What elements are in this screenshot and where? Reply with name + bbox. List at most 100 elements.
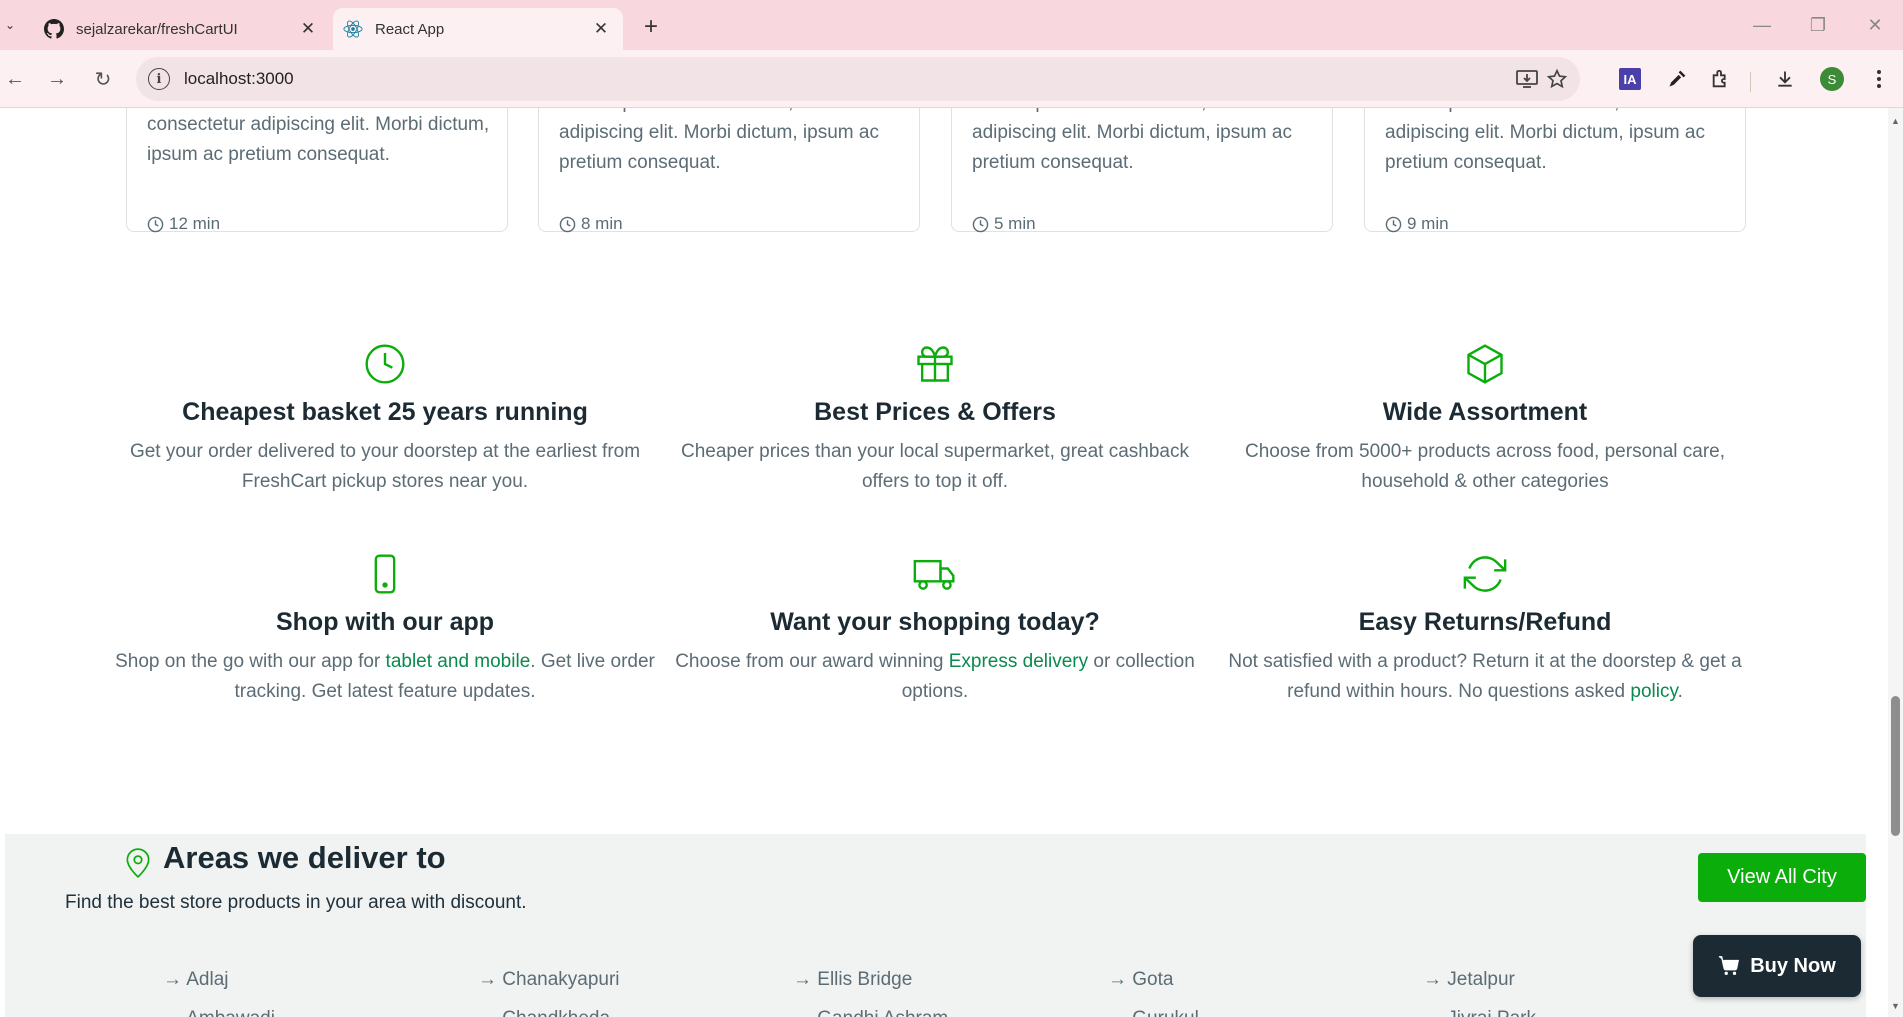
github-icon [44,19,64,39]
address-bar[interactable]: i localhost:3000 [136,57,1580,101]
feature-shop-app: Shop with our app Shop on the go with ou… [105,552,665,707]
scroll-up-icon[interactable]: ▲ [1891,116,1900,126]
feature-text: Choose from our award winning Express de… [675,651,1195,702]
areas-subtitle: Find the best store products in your are… [65,892,527,913]
blog-card-time: 9 min [1385,214,1449,234]
url-text: localhost:3000 [184,69,294,88]
areas-section: Areas we deliver to Find the best store … [5,834,1866,1017]
area-link[interactable]: → Jivraj Park [1423,999,1536,1017]
feature-best-prices: Best Prices & Offers Cheaper prices than… [655,342,1215,497]
toolbar-divider [1750,72,1751,92]
clock-icon [559,216,576,232]
feature-text: Shop on the go with our app for tablet a… [115,651,655,702]
view-all-city-button[interactable]: View All City [1698,853,1866,902]
kebab-menu-icon[interactable] [1866,66,1892,92]
forward-arrow-icon[interactable]: → [42,64,72,94]
scroll-down-icon[interactable]: ▼ [1891,1001,1900,1011]
scrollbar-thumb[interactable] [1891,696,1900,836]
phone-icon [105,552,665,596]
area-link[interactable]: → Chanakyapuri [478,960,620,999]
area-column: → Chanakyapuri → Chandkheda [478,960,620,1017]
blog-card[interactable]: Lorem ipsum dolor sit amet, consectetur … [951,108,1333,234]
feature-cheapest-basket: Cheapest basket 25 years running Get you… [105,342,665,497]
puzzle-extensions-icon[interactable] [1708,66,1734,92]
clock-icon [1385,216,1402,232]
area-link[interactable]: → Jetalpur [1423,960,1536,999]
page-scrollbar[interactable]: ▲ ▼ [1888,108,1903,1017]
cart-icon [1719,956,1740,975]
express-delivery-link[interactable]: Express delivery [949,651,1088,672]
feature-title: Cheapest basket 25 years running [182,398,588,426]
feature-easy-returns: Easy Returns/Refund Not satisfied with a… [1205,552,1765,707]
feature-text: Cheaper prices than your local supermark… [681,441,1189,492]
area-link[interactable]: → Gurukul [1108,999,1199,1017]
buy-now-label: Buy Now [1750,954,1836,977]
feature-text: Choose from 5000+ products across food, … [1244,441,1726,492]
blog-card[interactable]: Lorem ipsum dolor sit amet, consectetur … [1364,108,1746,234]
blog-card-time-label: 8 min [581,214,623,233]
map-pin-icon [125,847,151,884]
tab-title: sejalzarekar/freshCartUI [76,20,238,38]
area-column: → Jetalpur → Jivraj Park [1423,960,1536,1017]
blog-card-time-label: 5 min [994,214,1036,233]
area-column: → Gota → Gurukul [1108,960,1199,1017]
policy-link[interactable]: policy [1630,681,1677,702]
blog-card-time-label: 9 min [1407,214,1449,233]
clock-icon [105,342,665,386]
close-tab-icon[interactable]: ✕ [294,19,322,39]
feature-shopping-today: Want your shopping today? Choose from ou… [655,552,1215,707]
browser-tab-bar: ⌄ sejalzarekar/freshCartUI ✕ React App ✕… [0,0,1903,50]
area-link[interactable]: → Adlaj [163,960,275,999]
blog-card-time-label: 12 min [169,214,221,233]
refresh-icon [1205,552,1765,596]
area-link[interactable]: → Ambawadi [163,999,275,1017]
close-window-icon[interactable]: ✕ [1855,10,1895,40]
box-icon [1205,342,1765,386]
buy-now-button[interactable]: Buy Now [1693,935,1861,997]
download-icon[interactable] [1772,66,1798,92]
blog-card-text: Lorem ipsum dolor sit amet, consectetur … [1385,108,1723,173]
truck-icon [655,552,1215,596]
browser-toolbar: ← → ↻ i localhost:3000 IA S [0,50,1903,108]
feature-title: Easy Returns/Refund [1358,608,1612,636]
area-column: → Adlaj → Ambawadi [163,960,275,1017]
area-link[interactable]: → Ellis Bridge [793,960,948,999]
back-arrow-icon[interactable]: ← [0,64,30,94]
gift-icon [655,342,1215,386]
blog-card-text: Lorem ipsum dolor sit amet, consectetur … [972,108,1310,173]
react-icon [343,19,363,39]
new-tab-plus-icon[interactable]: + [636,12,666,42]
blog-card[interactable]: consectetur adipiscing elit. Morbi dictu… [126,108,508,233]
restore-icon[interactable]: ❐ [1798,10,1838,40]
bookmark-star-icon[interactable] [1546,68,1568,90]
feature-wide-assortment: Wide Assortment Choose from 5000+ produc… [1205,342,1765,497]
areas-title: Areas we deliver to [163,840,446,875]
blog-card-time: 5 min [972,214,1036,234]
tab-title: React App [375,20,445,38]
area-column: → Ellis Bridge → Gandhi Ashram [793,960,948,1017]
eyedropper-icon[interactable] [1664,66,1690,92]
area-link[interactable]: → Gota [1108,960,1199,999]
feature-text: Get your order delivered to your doorste… [129,441,641,492]
install-app-icon[interactable] [1516,68,1538,90]
blog-card-text: Lorem ipsum dolor sit amet, consectetur … [559,108,897,173]
blog-card-text: consectetur adipiscing elit. Morbi dictu… [147,114,490,165]
clock-icon [147,216,164,232]
tablet-mobile-link[interactable]: tablet and mobile [386,651,531,672]
site-info-icon[interactable]: i [148,68,170,90]
area-link[interactable]: → Chandkheda [478,999,620,1017]
reload-icon[interactable]: ↻ [88,64,118,94]
ia-extension-icon[interactable]: IA [1619,68,1641,90]
feature-title: Wide Assortment [1382,398,1588,426]
blog-card[interactable]: Lorem ipsum dolor sit amet, consectetur … [538,108,920,233]
close-tab-icon[interactable]: ✕ [587,19,615,39]
feature-title: Want your shopping today? [770,608,1100,636]
tab-github[interactable]: sejalzarekar/freshCartUI ✕ [30,8,330,50]
profile-avatar[interactable]: S [1820,67,1844,91]
tab-search-chevron-icon[interactable]: ⌄ [0,12,20,38]
tab-react-app[interactable]: React App ✕ [333,8,623,50]
area-link[interactable]: → Gandhi Ashram [793,999,948,1017]
feature-title: Best Prices & Offers [814,398,1056,426]
minimize-icon[interactable]: — [1742,10,1782,40]
page-viewport: consectetur adipiscing elit. Morbi dictu… [0,108,1888,1017]
